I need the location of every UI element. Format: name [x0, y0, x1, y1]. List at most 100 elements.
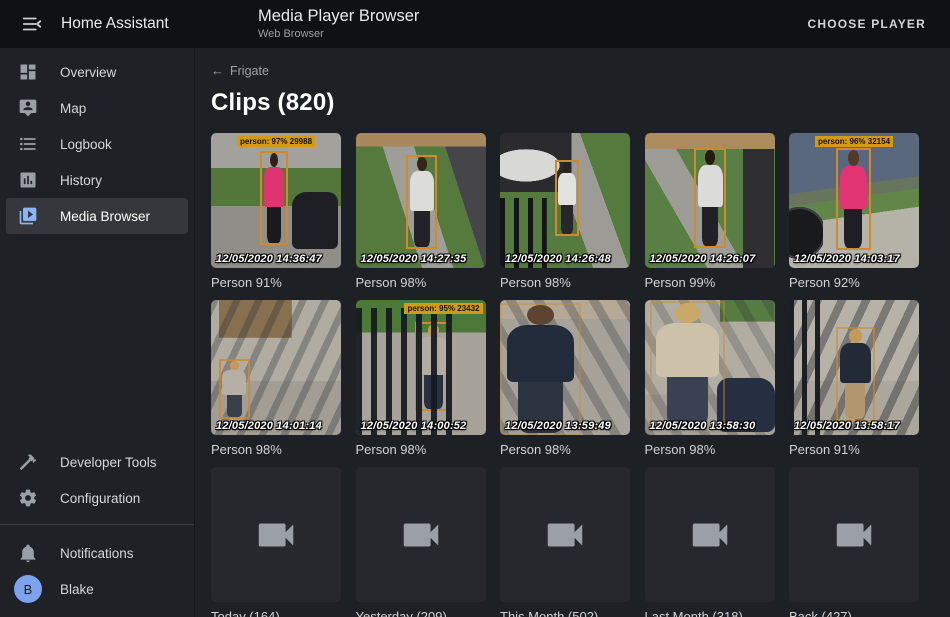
topbar-left: Home Assistant	[0, 0, 195, 48]
video-camera-icon	[398, 512, 444, 558]
clip-timestamp: 12/05/2020 14:00:52	[361, 420, 467, 432]
person-detection-box	[500, 303, 581, 435]
page-subtitle: Web Browser	[258, 27, 419, 41]
person-detection-box	[694, 148, 727, 248]
folder-thumbnail[interactable]	[645, 467, 775, 602]
sidebar-item-notifications[interactable]: Notifications	[6, 535, 188, 571]
clip-timestamp: 12/05/2020 14:03:17	[794, 253, 900, 265]
map-account-icon	[18, 98, 38, 118]
person-detection-box	[260, 151, 287, 246]
sidebar-item-developer-tools[interactable]: Developer Tools	[6, 444, 188, 480]
topbar-main: Media Player Browser Web Browser CHOOSE …	[195, 0, 950, 48]
clip-thumbnail[interactable]: 12/05/2020 13:59:49	[500, 300, 630, 435]
clip-thumbnail[interactable]: person: 95% 23432 12/05/2020 14:00:52	[356, 300, 486, 435]
clip-timestamp: 12/05/2020 14:26:07	[650, 253, 756, 265]
sidebar-item-label: Media Browser	[60, 209, 150, 224]
bell-icon	[18, 543, 38, 563]
folder-card-this-month[interactable]: This Month (502)	[500, 467, 630, 617]
logbook-list-icon	[18, 134, 38, 154]
clip-card[interactable]: 12/05/2020 14:01:14 Person 98%	[211, 300, 341, 457]
clip-card[interactable]: 12/05/2020 14:26:48 Person 98%	[500, 133, 630, 290]
clips-grid: person: 97% 29988 12/05/2020 14:36:47 Pe…	[211, 133, 934, 617]
page-title-block: Media Player Browser Web Browser	[258, 7, 419, 41]
avatar: B	[14, 575, 42, 603]
clip-label: Person 91%	[789, 442, 919, 457]
person-detection-box	[219, 359, 250, 418]
back-link[interactable]: ← Frigate	[211, 64, 269, 78]
sidebar-item-media-browser[interactable]: Media Browser	[6, 198, 188, 234]
sidebar-item-label: Logbook	[60, 137, 112, 152]
sidebar-divider	[0, 524, 194, 525]
sidebar-item-map[interactable]: Map	[6, 90, 188, 126]
folder-card-last-month[interactable]: Last Month (318)	[645, 467, 775, 617]
folder-card-back[interactable]: Back (427)	[789, 467, 919, 617]
folder-thumbnail[interactable]	[356, 467, 486, 602]
clip-timestamp: 12/05/2020 14:36:47	[216, 253, 322, 265]
clip-card[interactable]: 12/05/2020 14:26:07 Person 99%	[645, 133, 775, 290]
history-chart-icon	[18, 170, 38, 190]
clip-label: Person 92%	[789, 275, 919, 290]
clip-label: Person 98%	[500, 442, 630, 457]
clip-card[interactable]: 12/05/2020 13:58:30 Person 98%	[645, 300, 775, 457]
sidebar-item-configuration[interactable]: Configuration	[6, 480, 188, 516]
sidebar: Overview Map Logbook History Media Brows…	[0, 48, 195, 617]
choose-player-button[interactable]: CHOOSE PLAYER	[805, 9, 928, 39]
clip-label: Person 98%	[356, 442, 486, 457]
folder-label: Yesterday (209)	[356, 609, 486, 617]
view-dashboard-icon	[18, 62, 38, 82]
stroller-shape	[292, 192, 339, 249]
clip-label: Person 98%	[645, 442, 775, 457]
sidebar-item-label: Developer Tools	[60, 455, 157, 470]
clips-title: Clips (820)	[211, 89, 934, 117]
sidebar-item-label: Map	[60, 101, 86, 116]
clip-timestamp: 12/05/2020 13:58:30	[650, 420, 756, 432]
person-detection-box	[836, 148, 871, 251]
clip-thumbnail[interactable]: person: 97% 29988 12/05/2020 14:36:47	[211, 133, 341, 268]
clip-thumbnail[interactable]: 12/05/2020 13:58:30	[645, 300, 775, 435]
clip-label: Person 98%	[356, 275, 486, 290]
clip-label: Person 98%	[211, 442, 341, 457]
clip-thumbnail[interactable]: 12/05/2020 13:58:17	[789, 300, 919, 435]
person-detection-box	[555, 160, 580, 236]
folder-card-today[interactable]: Today (164)	[211, 467, 341, 617]
clip-label: Person 91%	[211, 275, 341, 290]
clip-thumbnail[interactable]: 12/05/2020 14:01:14	[211, 300, 341, 435]
video-camera-icon	[687, 512, 733, 558]
sidebar-item-logbook[interactable]: Logbook	[6, 126, 188, 162]
folder-card-yesterday[interactable]: Yesterday (209)	[356, 467, 486, 617]
folder-label: Last Month (318)	[645, 609, 775, 617]
folder-label: Back (427)	[789, 609, 919, 617]
user-name: Blake	[60, 582, 94, 597]
page-title: Media Player Browser	[258, 7, 419, 27]
clip-card[interactable]: 12/05/2020 13:59:49 Person 98%	[500, 300, 630, 457]
clip-thumbnail[interactable]: 12/05/2020 14:26:07	[645, 133, 775, 268]
video-camera-icon	[542, 512, 588, 558]
sidebar-toggle-button[interactable]	[16, 8, 48, 40]
clip-thumbnail[interactable]: 12/05/2020 14:26:48	[500, 133, 630, 268]
gear-icon	[18, 488, 38, 508]
hammer-icon	[18, 452, 38, 472]
person-detection-box	[406, 155, 437, 250]
clip-thumbnail[interactable]: person: 96% 32154 12/05/2020 14:03:17	[789, 133, 919, 268]
clip-card[interactable]: 12/05/2020 13:58:17 Person 91%	[789, 300, 919, 457]
person-detection-box	[650, 301, 725, 428]
clip-card[interactable]: person: 97% 29988 12/05/2020 14:36:47 Pe…	[211, 133, 341, 290]
folder-thumbnail[interactable]	[500, 467, 630, 602]
clip-label: Person 98%	[500, 275, 630, 290]
sidebar-item-history[interactable]: History	[6, 162, 188, 198]
menu-collapse-icon	[21, 13, 43, 35]
back-label: Frigate	[230, 64, 269, 78]
folder-thumbnail[interactable]	[789, 467, 919, 602]
folder-thumbnail[interactable]	[211, 467, 341, 602]
clip-timestamp: 12/05/2020 14:26:48	[505, 253, 611, 265]
clip-thumbnail[interactable]: 12/05/2020 14:27:35	[356, 133, 486, 268]
clip-card[interactable]: person: 95% 23432 12/05/2020 14:00:52 Pe…	[356, 300, 486, 457]
clip-card[interactable]: 12/05/2020 14:27:35 Person 98%	[356, 133, 486, 290]
detection-score-tag: person: 95% 23432	[404, 303, 482, 314]
detection-score-tag: person: 96% 32154	[815, 136, 893, 147]
sidebar-item-user[interactable]: B Blake	[6, 571, 188, 607]
back-arrow-icon: ←	[211, 64, 224, 77]
sidebar-item-overview[interactable]: Overview	[6, 54, 188, 90]
clip-card[interactable]: person: 96% 32154 12/05/2020 14:03:17 Pe…	[789, 133, 919, 290]
app-title: Home Assistant	[61, 15, 169, 33]
